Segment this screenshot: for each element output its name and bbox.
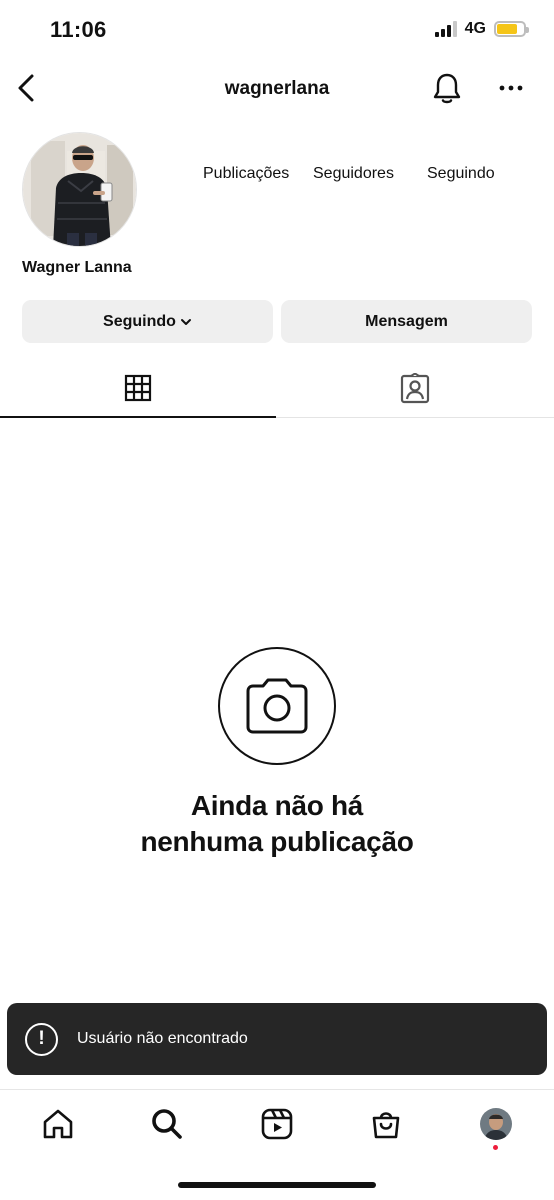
exclamation-circle-icon: ! <box>25 1022 58 1056</box>
nav-home[interactable] <box>38 1104 78 1144</box>
profile-stats: Publicações Seguidores Seguindo <box>190 165 520 187</box>
grid-icon <box>124 374 152 402</box>
profile-avatar-small <box>480 1108 512 1140</box>
search-icon <box>152 1109 182 1139</box>
profile-header: wagnerlana <box>0 60 554 118</box>
empty-state-camera <box>218 647 336 765</box>
nav-search[interactable] <box>147 1104 187 1144</box>
empty-state-line1: Ainda não há <box>190 790 364 821</box>
display-name: Wagner Lanna <box>22 259 132 276</box>
more-horizontal-icon <box>499 85 523 91</box>
message-button-label: Mensagem <box>365 312 448 330</box>
notification-dot <box>493 1145 498 1150</box>
more-options-button[interactable] <box>496 74 526 102</box>
followers-stat-label[interactable]: Seguidores <box>313 165 394 183</box>
chevron-down-icon <box>180 318 191 325</box>
home-icon <box>43 1109 73 1139</box>
message-button[interactable]: Mensagem <box>281 300 532 343</box>
bell-icon <box>433 73 461 104</box>
empty-state-message: Ainda não há nenhuma publicação <box>0 788 554 860</box>
notifications-button[interactable] <box>430 71 464 105</box>
status-time: 11:06 <box>50 17 107 42</box>
status-bar: 11:06 4G <box>0 0 554 60</box>
following-stat-label[interactable]: Seguindo <box>427 165 495 183</box>
home-indicator <box>178 1182 376 1188</box>
reels-icon <box>261 1108 293 1140</box>
network-type: 4G <box>464 20 486 37</box>
nav-shop[interactable] <box>366 1104 406 1144</box>
signal-icon <box>434 21 457 37</box>
nav-profile[interactable] <box>476 1104 516 1144</box>
profile-photo <box>23 133 136 246</box>
empty-state-line2: nenhuma publicação <box>140 826 414 857</box>
camera-icon <box>246 678 308 734</box>
status-indicators: 4G <box>434 20 529 38</box>
following-button-label: Seguindo <box>103 312 176 330</box>
username-title: wagnerlana <box>224 78 330 99</box>
following-button[interactable]: Seguindo <box>22 300 273 343</box>
profile-avatar[interactable] <box>22 132 137 247</box>
posts-stat-label[interactable]: Publicações <box>203 165 289 183</box>
battery-icon <box>494 21 529 37</box>
nav-reels[interactable] <box>257 1104 297 1144</box>
tab-tagged[interactable] <box>276 360 554 418</box>
toast-message: Usuário não encontrado <box>77 1030 248 1047</box>
shop-bag-icon <box>372 1112 400 1139</box>
error-toast: ! Usuário não encontrado <box>7 1003 547 1075</box>
tab-posts-grid[interactable] <box>0 360 276 418</box>
tagged-person-icon <box>400 372 430 403</box>
